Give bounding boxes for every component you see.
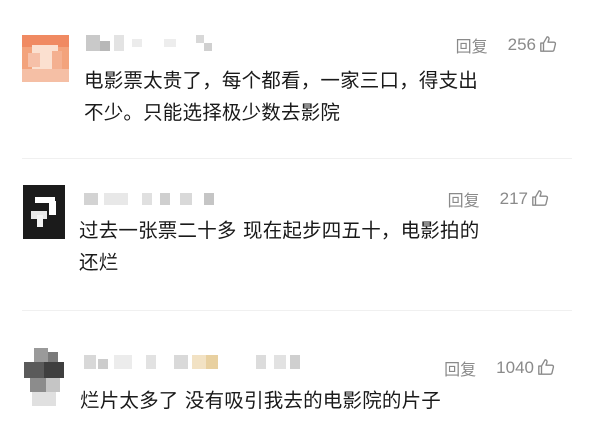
like-count: 1040 xyxy=(496,358,534,377)
thumbs-up-icon xyxy=(532,189,549,206)
username-blurred[interactable] xyxy=(84,355,304,369)
thumbs-up-icon xyxy=(540,35,557,52)
avatar[interactable] xyxy=(24,348,68,406)
reply-button[interactable]: 回复 xyxy=(456,33,488,57)
comment-meta: 回复 217 xyxy=(448,187,549,211)
avatar[interactable] xyxy=(23,185,65,239)
comment-item: 回复 256 电影票太贵了，每个都看，一家三口，得支出 不少。只能选择极少数去影… xyxy=(0,0,593,150)
like-button[interactable]: 217 xyxy=(500,189,549,209)
comment-meta: 回复 256 xyxy=(456,33,557,57)
reply-button[interactable]: 回复 xyxy=(444,356,476,380)
comment-meta: 回复 1040 xyxy=(444,356,555,380)
thumbs-up-icon xyxy=(538,358,555,375)
like-count: 217 xyxy=(499,189,528,208)
comment-text: 烂片太多了 没有吸引我去的电影院的片子 xyxy=(80,389,441,412)
comment-text: 过去一张票二十多 现在起步四五十，电影拍的 还烂 xyxy=(79,219,480,274)
avatar[interactable] xyxy=(22,35,69,82)
like-button[interactable]: 1040 xyxy=(496,358,555,378)
like-button[interactable]: 256 xyxy=(508,35,557,55)
username-blurred[interactable] xyxy=(84,193,234,205)
divider xyxy=(22,310,572,311)
username-blurred[interactable] xyxy=(86,35,226,51)
comment-text: 电影票太贵了，每个都看，一家三口，得支出 不少。只能选择极少数去影院 xyxy=(84,69,479,124)
divider xyxy=(22,158,572,159)
reply-button[interactable]: 回复 xyxy=(448,187,480,211)
like-count: 256 xyxy=(507,35,536,54)
